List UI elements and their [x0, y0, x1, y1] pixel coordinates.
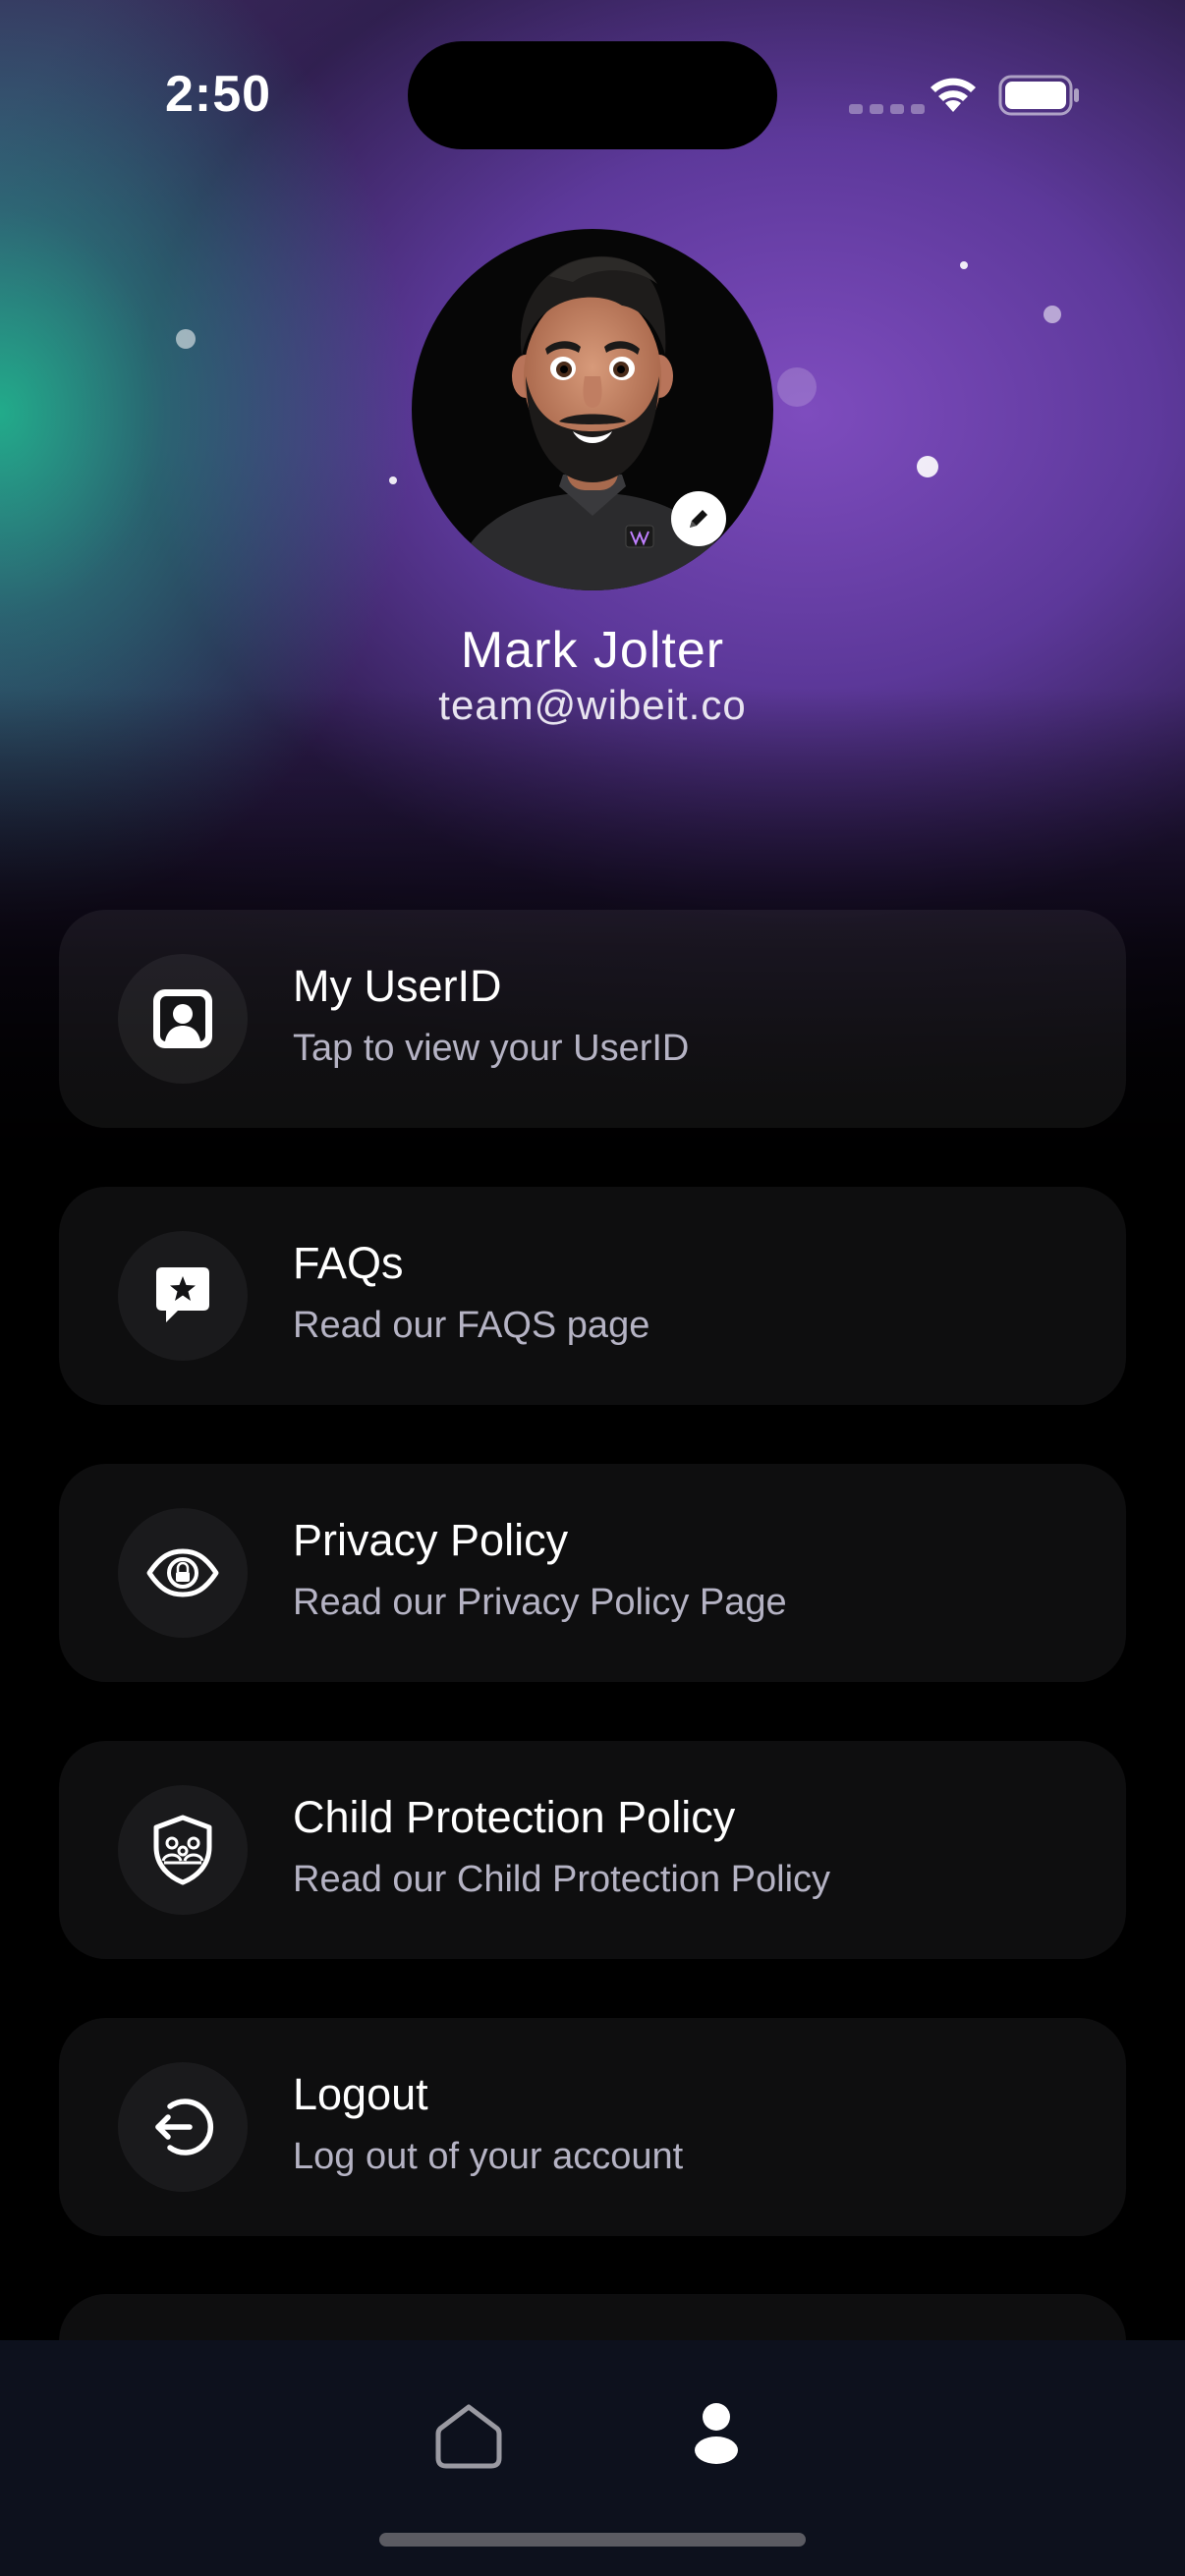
status-time: 2:50 — [165, 66, 272, 123]
home-indicator — [379, 2533, 806, 2547]
wifi-icon — [931, 78, 976, 112]
menu-item-title: Child Protection Policy — [293, 1792, 736, 1842]
sparkle-dot — [176, 329, 196, 349]
menu-item-logout[interactable]: Logout Log out of your account — [59, 2018, 1126, 2236]
profile-email: team@wibeit.co — [438, 682, 747, 728]
menu-item-privacy-policy[interactable]: Privacy Policy Read our Privacy Policy P… — [59, 1464, 1126, 1682]
menu-icon-circle — [118, 1785, 248, 1915]
menu-icon-circle — [118, 954, 248, 1084]
menu-item-child-protection-policy[interactable]: Child Protection Policy Read our Child P… — [59, 1741, 1126, 1959]
faq-star-icon — [156, 1267, 209, 1322]
menu-icon-circle — [118, 1231, 248, 1361]
menu-item-subtitle: Tap to view your UserID — [293, 1028, 690, 1069]
menu-item-subtitle: Read our FAQS page — [293, 1305, 650, 1346]
privacy-eye-lock-icon — [146, 1548, 219, 1597]
profile-name: Mark Jolter — [460, 622, 725, 679]
menu-icon-circle — [118, 1508, 248, 1638]
sparkle-dot — [389, 476, 397, 484]
edit-avatar-button[interactable] — [671, 491, 726, 546]
menu-item-my-userid[interactable]: My UserID Tap to view your UserID — [59, 910, 1126, 1128]
menu-item-subtitle: Log out of your account — [293, 2136, 684, 2177]
menu-item-title: Logout — [293, 2069, 428, 2119]
profile-icon[interactable] — [688, 2399, 745, 2464]
logout-icon — [155, 2099, 213, 2156]
shield-family-icon — [153, 1815, 212, 1885]
menu-item-title: FAQs — [293, 1238, 404, 1288]
menu-item-faqs[interactable]: FAQs Read our FAQS page — [59, 1187, 1126, 1405]
user-id-icon — [153, 989, 212, 1048]
menu-item-title: My UserID — [293, 961, 502, 1011]
sparkle-dot — [960, 261, 968, 269]
menu-item-subtitle: Read our Privacy Policy Page — [293, 1582, 787, 1623]
dynamic-island — [408, 41, 777, 149]
sparkle-dot — [777, 367, 817, 407]
menu-item-title: Privacy Policy — [293, 1515, 569, 1565]
battery-icon — [998, 75, 1079, 116]
home-icon[interactable] — [432, 2401, 505, 2470]
menu-icon-circle — [118, 2062, 248, 2192]
cellular-signal-icon — [849, 104, 925, 114]
sparkle-dot — [1044, 306, 1061, 323]
sparkle-dot — [917, 456, 938, 477]
pencil-icon — [690, 510, 707, 528]
menu-item-subtitle: Read our Child Protection Policy — [293, 1859, 831, 1900]
